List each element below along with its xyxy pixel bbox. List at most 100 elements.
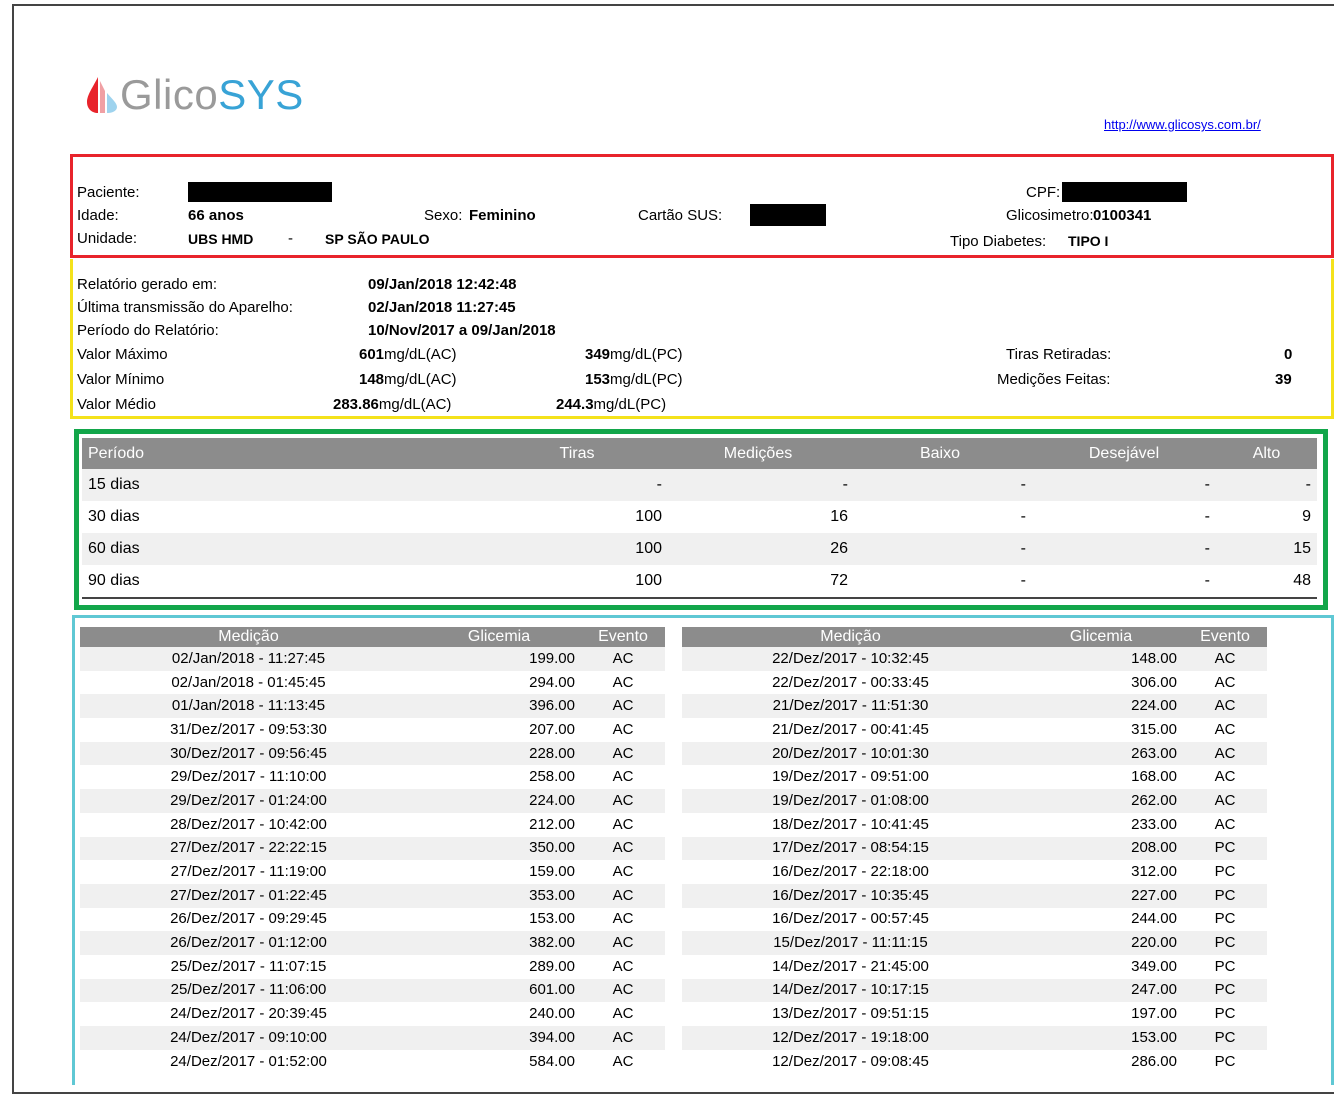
measurement-evento: PC	[1183, 978, 1267, 1003]
glicosimetro-label: Glicosimetro:	[1006, 207, 1094, 224]
measurement-glicemia: 233.00	[1131, 815, 1177, 833]
measurement-evento: AC	[1214, 720, 1236, 738]
measurement-evento: AC	[581, 931, 665, 955]
measurement-glicemia: 153.00	[1019, 1026, 1183, 1050]
measurement-row: 14/Dez/2017 - 21:45:00 349.00 PC	[682, 955, 1267, 979]
measurement-datetime: 25/Dez/2017 - 11:06:00	[80, 978, 417, 1003]
measurement-glicemia: 353.00	[417, 883, 581, 908]
measurement-evento: AC	[612, 815, 634, 833]
header-evento: Evento	[1183, 627, 1267, 647]
valor-minimo-label: Valor Mínimo	[77, 371, 165, 388]
periodo-relatorio-label: Período do Relatório:	[77, 322, 219, 339]
medicoes-feitas-label: Medições Feitas:	[997, 371, 1111, 388]
measurement-row: 28/Dez/2017 - 10:42:00 212.00 AC	[80, 813, 665, 837]
measurement-datetime: 17/Dez/2017 - 08:54:15	[682, 836, 1019, 861]
measurement-glicemia: 208.00	[1019, 836, 1183, 861]
measurement-evento: AC	[612, 673, 634, 691]
measurement-glicemia: 247.00	[1019, 978, 1183, 1003]
tipo-diabetes-label: Tipo Diabetes:	[950, 233, 1047, 250]
measurement-glicemia: 220.00	[1019, 931, 1183, 955]
valor-minimo-pc: 153mg/dL(PC)	[585, 371, 683, 388]
relatorio-gerado-label: Relatório gerado em:	[77, 276, 218, 293]
measurement-datetime: 02/Jan/2018 - 01:45:45	[171, 673, 326, 691]
measurement-row: 12/Dez/2017 - 19:18:00 153.00 PC	[682, 1026, 1267, 1050]
measurement-row: 02/Jan/2018 - 11:27:45 199.00 AC	[80, 647, 665, 671]
measurement-datetime: 24/Dez/2017 - 01:52:00	[170, 1052, 327, 1070]
measurement-row: 02/Jan/2018 - 01:45:45 294.00 AC	[80, 671, 665, 695]
measurement-datetime: 02/Jan/2018 - 11:27:45	[80, 647, 417, 671]
summary-header-periodo: Período	[82, 438, 372, 469]
valor-maximo-label: Valor Máximo	[77, 346, 168, 363]
header-medicao: Medição	[682, 627, 1019, 647]
measurement-glicemia: 159.00	[529, 863, 575, 881]
valor-maximo-ac: 601mg/dL(AC)	[359, 346, 457, 363]
measurement-evento: AC	[581, 647, 665, 671]
measurement-row: 24/Dez/2017 - 20:39:45 240.00 AC	[80, 1002, 665, 1026]
ultima-transmissao-label: Última transmissão do Aparelho:	[77, 299, 293, 316]
measurement-glicemia: 394.00	[417, 1026, 581, 1050]
measurement-datetime: 20/Dez/2017 - 10:01:30	[682, 741, 1019, 766]
redacted-cpf	[1062, 182, 1187, 202]
measurements-header-row: Medição Glicemia Evento	[80, 627, 665, 647]
cartao-sus-label: Cartão SUS:	[638, 207, 723, 224]
unidade-separator: -	[288, 230, 293, 247]
measurement-row: 29/Dez/2017 - 01:24:00 224.00 AC	[80, 789, 665, 813]
measurement-row: 21/Dez/2017 - 11:51:30 224.00 AC	[682, 694, 1267, 719]
measurement-datetime: 15/Dez/2017 - 11:11:15	[682, 931, 1019, 955]
measurement-row: 22/Dez/2017 - 00:33:45 306.00 AC	[682, 671, 1267, 695]
website-link[interactable]: http://www.glicosys.com.br/	[1104, 117, 1261, 132]
measurements-table-left: Medição Glicemia Evento 02/Jan/2018 - 11…	[80, 627, 665, 1073]
measurement-glicemia: 350.00	[417, 836, 581, 861]
header-glicemia: Glicemia	[1019, 627, 1183, 647]
summary-header-medicoes: Medições	[668, 438, 848, 469]
measurement-row: 14/Dez/2017 - 10:17:15 247.00 PC	[682, 978, 1267, 1003]
valor-medio-label: Valor Médio	[77, 396, 156, 413]
measurement-row: 20/Dez/2017 - 10:01:30 263.00 AC	[682, 741, 1267, 766]
measurement-glicemia: 396.00	[417, 694, 581, 719]
measurement-glicemia: 382.00	[417, 931, 581, 955]
periodo-relatorio-value: 10/Nov/2017 a 09/Jan/2018	[368, 322, 556, 339]
summary-cell: -	[1216, 469, 1317, 501]
summary-cell: 30 dias	[88, 508, 140, 525]
measurement-datetime: 24/Dez/2017 - 20:39:45	[170, 1005, 327, 1023]
summary-cell: -	[848, 533, 1032, 565]
measurement-glicemia: 240.00	[529, 1005, 575, 1023]
ultima-transmissao-value: 02/Jan/2018 11:27:45	[368, 299, 516, 316]
measurement-glicemia: 227.00	[1019, 883, 1183, 908]
summary-cell: -	[1032, 469, 1216, 501]
summary-cell: 100	[372, 565, 668, 599]
measurement-glicemia: 262.00	[1019, 789, 1183, 813]
glicosimetro-value: 0100341	[1093, 207, 1152, 224]
summary-cell: -	[1204, 508, 1210, 525]
measurement-datetime: 24/Dez/2017 - 09:10:00	[80, 1026, 417, 1050]
summary-cell: 15 dias	[82, 469, 372, 501]
measurement-evento: PC	[1214, 863, 1236, 881]
measurement-glicemia: 315.00	[1131, 720, 1177, 738]
measurements-header-row: Medição Glicemia Evento	[682, 627, 1267, 647]
measurement-row: 24/Dez/2017 - 09:10:00 394.00 AC	[80, 1026, 665, 1050]
measurement-evento: PC	[1183, 836, 1267, 861]
measurement-datetime: 27/Dez/2017 - 22:22:15	[80, 836, 417, 861]
brand-name-part1: Glico	[120, 71, 219, 118]
measurement-glicemia: 224.00	[417, 789, 581, 813]
measurement-evento: PC	[1183, 931, 1267, 955]
measurement-row: 30/Dez/2017 - 09:56:45 228.00 AC	[80, 741, 665, 766]
summary-cell: 72	[668, 565, 848, 599]
summary-cell: -	[848, 469, 1032, 501]
cpf-label: CPF:	[1026, 184, 1061, 201]
measurement-row: 31/Dez/2017 - 09:53:30 207.00 AC	[80, 718, 665, 742]
measurement-datetime: 18/Dez/2017 - 10:41:45	[772, 815, 929, 833]
measurement-evento: AC	[1214, 768, 1236, 786]
measurement-datetime: 19/Dez/2017 - 01:08:00	[682, 789, 1019, 813]
measurement-row: 21/Dez/2017 - 00:41:45 315.00 AC	[682, 718, 1267, 742]
measurement-evento: AC	[581, 789, 665, 813]
medicoes-feitas-value: 39	[1275, 371, 1292, 388]
measurement-datetime: 31/Dez/2017 - 09:53:30	[170, 720, 327, 738]
measurement-evento: PC	[1214, 1052, 1236, 1070]
tipo-diabetes-value: TIPO I	[1068, 233, 1109, 249]
idade-label: Idade:	[77, 207, 119, 224]
valor-maximo-pc: 349mg/dL(PC)	[585, 346, 683, 363]
unidade-city: SP SÃO PAULO	[325, 231, 430, 247]
measurement-row: 13/Dez/2017 - 09:51:15 197.00 PC	[682, 1002, 1267, 1026]
summary-cell: -	[848, 565, 1032, 599]
